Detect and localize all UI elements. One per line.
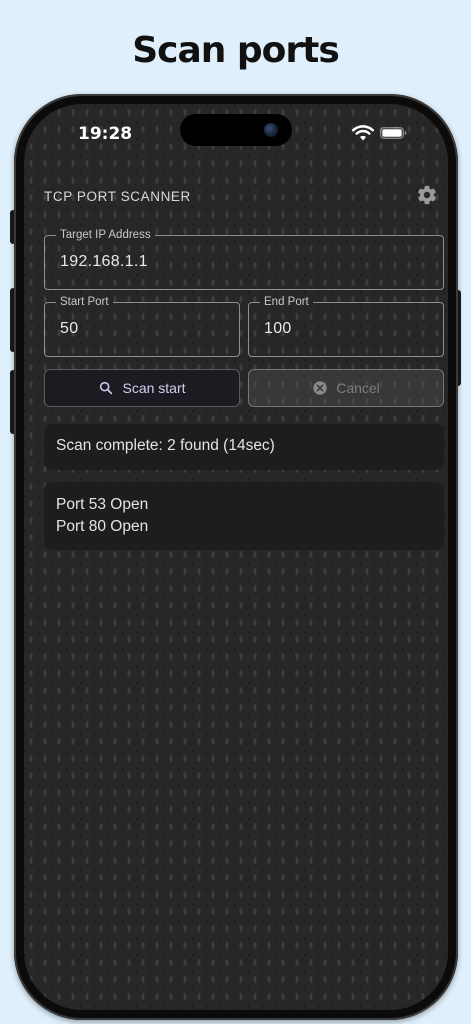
search-icon — [100, 381, 113, 395]
start-port-label: Start Port — [56, 295, 113, 309]
dynamic-island — [180, 114, 292, 146]
phone-screen: 19:28 TCP PORT SCANNER Target IP Address… — [24, 104, 448, 1010]
status-time: 19:28 — [78, 124, 133, 144]
scan-start-button[interactable]: Scan start — [44, 369, 240, 407]
cancel-button[interactable]: Cancel — [248, 369, 444, 407]
end-port-label: End Port — [260, 295, 313, 309]
battery-icon — [380, 127, 407, 139]
cancel-label: Cancel — [336, 380, 380, 396]
status-bar: 19:28 — [24, 104, 448, 164]
home-indicator — [169, 996, 303, 1001]
end-port-input[interactable]: 100 — [264, 320, 292, 338]
result-item: Port 80 Open — [56, 518, 149, 535]
start-port-input[interactable]: 50 — [60, 320, 78, 338]
app-header: TCP PORT SCANNER — [24, 172, 448, 222]
status-card: Scan complete: 2 found (14sec) — [44, 424, 444, 470]
start-port-field[interactable]: Start Port 50 — [44, 295, 240, 357]
close-circle-icon — [313, 381, 327, 395]
wifi-icon — [352, 125, 374, 141]
headline: Scan ports — [132, 30, 340, 71]
target-ip-label: Target IP Address — [56, 228, 155, 242]
target-ip-field[interactable]: Target IP Address 192.168.1.1 — [44, 228, 444, 290]
phone-frame: 19:28 TCP PORT SCANNER Target IP Address… — [14, 94, 458, 1020]
end-port-field[interactable]: End Port 100 — [248, 295, 444, 357]
target-ip-input[interactable]: 192.168.1.1 — [60, 253, 148, 271]
status-message: Scan complete: 2 found (14sec) — [56, 437, 275, 454]
scan-start-label: Scan start — [122, 380, 186, 396]
results-card: Port 53 Open Port 80 Open — [44, 482, 444, 550]
camera-icon — [264, 123, 278, 137]
gear-icon[interactable] — [416, 184, 438, 206]
app-title: TCP PORT SCANNER — [44, 189, 191, 204]
result-item: Port 53 Open — [56, 496, 149, 513]
